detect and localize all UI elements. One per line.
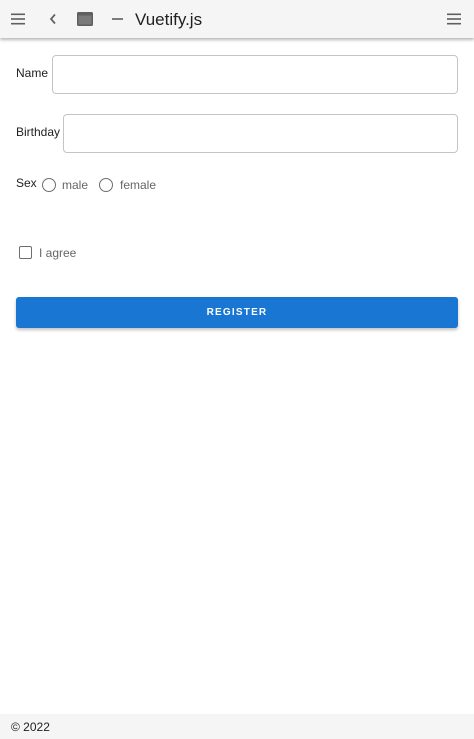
app-root: Vuetify.js Name Birthday Sex male female… [0,0,474,739]
minus-icon[interactable] [104,5,132,33]
register-button[interactable]: REGISTER [16,297,458,328]
web-asset-icon[interactable] [71,5,99,33]
menu-icon[interactable] [441,5,469,33]
footer: © 2022 [0,714,474,739]
sex-label: Sex [16,176,37,190]
agree-label[interactable]: I agree [39,246,76,260]
name-input[interactable] [52,55,458,94]
agree-checkbox[interactable] [19,246,32,259]
app-title: Vuetify.js [135,10,203,29]
radio-female[interactable] [99,178,113,192]
radio-female-label[interactable]: female [120,178,156,192]
radio-male[interactable] [42,178,56,192]
app-bar: Vuetify.js [0,0,474,38]
birthday-label: Birthday [16,125,61,139]
chevron-left-icon[interactable] [39,5,67,33]
radio-male-label[interactable]: male [62,178,88,192]
footer-copyright: © 2022 [11,720,50,734]
name-label: Name [16,66,49,80]
menu-icon[interactable] [5,5,33,33]
birthday-input[interactable] [63,114,458,153]
